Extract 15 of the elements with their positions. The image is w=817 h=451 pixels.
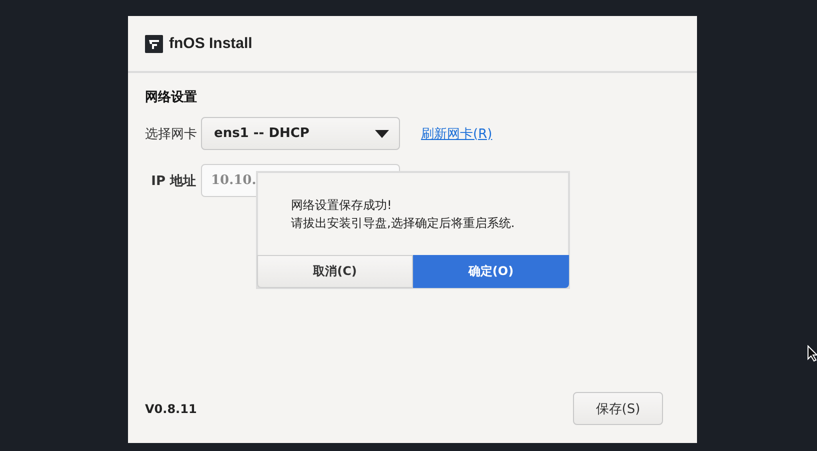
window-title: fnOS Install <box>169 35 252 52</box>
caret-icon <box>375 130 389 138</box>
dialog-button[interactable]: 确定(O) <box>413 255 569 288</box>
field-label: IP 地址 <box>150 172 196 190</box>
field-label: 选择网卡 <box>145 126 196 142</box>
section-title: 网络设置 <box>145 89 198 106</box>
network-card-dropdown[interactable]: ens1 -- DHCP <box>201 117 400 150</box>
dialog-button[interactable]: 取消(C) <box>257 255 413 288</box>
dialog-message: 请拔出安装引导盘,选择确定后将重启系统. <box>291 215 516 232</box>
logo-icon <box>145 34 163 52</box>
save-button[interactable]: 保存(S) <box>573 392 663 425</box>
dialog-message: 网络设置保存成功! <box>291 197 393 214</box>
refresh-link[interactable]: 刷新网卡(R) <box>421 124 492 142</box>
mouse-cursor-icon <box>807 345 817 362</box>
version-label: V0.8.11 <box>145 402 197 416</box>
